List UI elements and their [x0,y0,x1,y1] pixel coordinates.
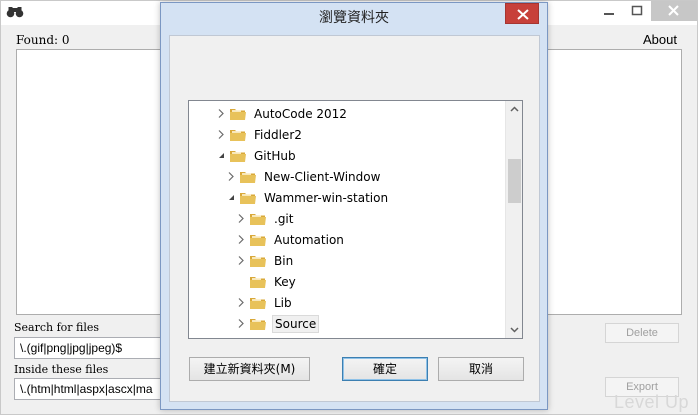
browse-folder-dialog: 瀏覽資料夾 AutoCode 2012 Fiddler2 GitHub New-Cli… [160,2,548,410]
ok-button[interactable]: 確定 [342,357,428,381]
expand-arrow-icon[interactable] [215,103,229,124]
tree-item-label: Fiddler2 [254,127,302,142]
delete-button[interactable]: Delete [605,323,679,343]
folder-icon [249,254,267,268]
tree-item-label: AutoCode 2012 [254,106,347,121]
folder-icon [229,128,247,142]
folder-icon [249,296,267,310]
tree-item[interactable]: Automation [235,229,346,250]
tree-item[interactable]: Key [235,271,298,292]
expand-arrow-icon[interactable] [235,313,249,334]
folder-icon [239,191,257,205]
scroll-up-arrow-icon[interactable] [506,101,522,118]
folder-icon [249,212,267,226]
new-folder-button[interactable]: 建立新資料夾(M) [189,357,310,381]
dialog-content: AutoCode 2012 Fiddler2 GitHub New-Client-Wi… [169,35,540,402]
about-link[interactable]: About [643,32,677,47]
inside-files-input[interactable]: \.(htm|html|aspx|ascx|ma [14,378,184,400]
dialog-close-button[interactable] [505,3,539,24]
expand-arrow-icon[interactable] [225,166,239,187]
folder-icon [249,317,267,331]
tree-item[interactable]: Bin [235,250,295,271]
folder-icon [249,233,267,247]
collapse-arrow-icon[interactable] [215,145,229,166]
tree-item[interactable]: Wammer-win-station [225,187,390,208]
tree-item-label: Automation [274,232,344,247]
tree-item-label: Bin [274,253,294,268]
tree-item[interactable]: Fiddler2 [215,124,304,145]
scroll-down-arrow-icon[interactable] [506,321,522,338]
tree-item[interactable]: Source [235,313,320,334]
tree-item-label: .git [274,211,294,226]
dialog-title: 瀏覽資料夾 [319,10,389,26]
folder-icon [229,149,247,163]
tree-item-label: Lib [274,295,292,310]
folder-icon [249,275,267,289]
expand-arrow-icon[interactable] [235,208,249,229]
collapse-arrow-icon[interactable] [225,187,239,208]
scroll-thumb[interactable] [508,159,521,203]
expand-arrow-icon[interactable] [235,229,249,250]
expand-arrow-icon[interactable] [215,124,229,145]
minimize-button[interactable] [595,1,623,21]
window-controls [595,1,697,21]
tree-item-label: Source [272,314,320,333]
tree-item[interactable]: .git [235,208,295,229]
expand-arrow-icon[interactable] [235,250,249,271]
search-for-files-label: Search for files [14,321,100,334]
folder-icon [239,170,257,184]
tree-item[interactable]: AutoCode 2012 [215,103,349,124]
watermark-text: Level Up [613,392,689,412]
tree-item[interactable]: New-Client-Window [225,166,382,187]
tree-scrollbar[interactable] [505,101,522,338]
binoculars-icon [6,6,24,18]
tree-item-label: New-Client-Window [264,169,381,184]
search-pattern-input[interactable]: \.(gif|png|jpg|jpeg)$ [14,337,184,359]
maximize-button[interactable] [623,1,651,21]
tree-item-label: Key [274,274,296,289]
expand-arrow-icon[interactable] [235,292,249,313]
inside-files-label: Inside these files [14,363,109,376]
cancel-button[interactable]: 取消 [438,357,524,381]
tree-item[interactable]: GitHub [215,145,298,166]
folder-tree[interactable]: AutoCode 2012 Fiddler2 GitHub New-Client-Wi… [188,100,523,339]
close-button[interactable] [651,1,697,21]
found-count-label: Found: 0 [16,33,70,47]
tree-item-label: Wammer-win-station [264,190,389,205]
tree-item[interactable]: Lib [235,292,294,313]
tree-item-label: GitHub [254,148,296,163]
folder-icon [229,107,247,121]
